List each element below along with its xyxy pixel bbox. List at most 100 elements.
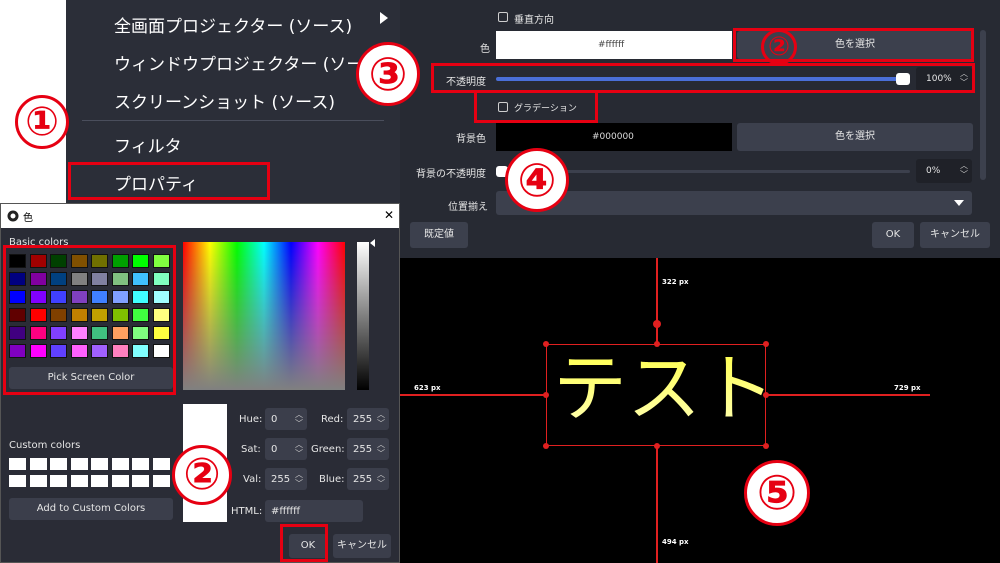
add-custom-colors-button[interactable]: Add to Custom Colors (9, 498, 173, 520)
color-spectrum[interactable] (183, 242, 345, 390)
close-icon[interactable]: ✕ (384, 208, 394, 222)
resize-handle[interactable] (763, 443, 769, 449)
custom-color-swatch[interactable] (9, 475, 26, 487)
guide-line-left (400, 394, 546, 396)
resize-handle[interactable] (654, 443, 660, 449)
blue-label: Blue: (319, 474, 345, 485)
custom-color-swatch[interactable] (29, 475, 47, 487)
highlight-basic-colors (3, 245, 176, 395)
custom-color-swatch[interactable] (50, 475, 67, 487)
spin-arrows-icon[interactable]: ︿ ﹀ (377, 410, 385, 428)
menu-item-label: フィルタ (114, 137, 182, 157)
menu-item-label: ウィンドウプロジェクター (ソース) (114, 55, 387, 75)
hue-input[interactable]: 0 ︿ ﹀ (265, 408, 307, 430)
custom-color-swatch[interactable] (132, 475, 149, 487)
menu-item-label: 全画面プロジェクター (ソース) (114, 17, 353, 37)
spin-arrows-icon[interactable]: ︿ ﹀ (295, 440, 303, 458)
vertical-label: 垂直方向 (514, 15, 554, 26)
guide-line-bottom (656, 446, 658, 563)
green-input[interactable]: 255 ︿ ﹀ (347, 438, 389, 460)
app-logo-icon (7, 210, 19, 222)
sat-label: Sat: (241, 444, 261, 455)
dialog-title: 色 (23, 213, 33, 224)
custom-color-swatch[interactable] (50, 458, 67, 470)
left-distance-label: 623 px (414, 384, 441, 392)
resize-handle[interactable] (543, 443, 549, 449)
color-swatch-field: #ffffff (496, 31, 732, 59)
cancel-label: キャンセル (337, 540, 387, 551)
submenu-arrow-icon (380, 12, 388, 24)
custom-color-swatch[interactable] (29, 458, 47, 470)
vertical-checkbox[interactable] (498, 12, 508, 22)
step-3-marker: ③ (356, 42, 420, 106)
red-label: Red: (321, 414, 344, 425)
source-bounding-box[interactable]: テスト (546, 344, 775, 446)
dialog-cancel-button[interactable]: キャンセル (333, 534, 391, 558)
menu-divider (82, 120, 384, 121)
custom-color-swatch[interactable] (111, 475, 129, 487)
custom-color-swatch[interactable] (132, 458, 149, 470)
spin-arrows-icon[interactable]: ︿ ﹀ (295, 470, 303, 488)
step-2-marker-small: ② (761, 29, 797, 65)
rotation-handle[interactable] (653, 320, 661, 328)
menu-item-label: スクリーンショット (ソース) (114, 93, 335, 113)
resize-handle[interactable] (763, 392, 769, 398)
menu-item-screenshot[interactable]: スクリーンショット (ソース) (114, 88, 335, 113)
custom-color-swatch[interactable] (9, 458, 26, 470)
highlight-gradient (474, 90, 598, 123)
spin-arrows-icon[interactable]: ︿ ﹀ (377, 470, 385, 488)
blue-input[interactable]: 255 ︿ ﹀ (347, 468, 389, 490)
custom-color-swatch[interactable] (70, 458, 88, 470)
highlight-opacity (431, 63, 975, 93)
menu-item-fullscreen-projector[interactable]: 全画面プロジェクター (ソース) (114, 12, 352, 37)
step-5-marker: ⑤ (744, 460, 810, 526)
custom-color-swatch[interactable] (91, 475, 108, 487)
html-label: HTML: (231, 506, 263, 517)
step-2-marker: ② (172, 445, 232, 505)
bg-select-color-button[interactable]: 色を選択 (737, 123, 973, 151)
menu-item-filters[interactable]: フィルタ (114, 132, 182, 157)
bg-opacity-spinbox[interactable]: 0% ︿ ﹀ (916, 159, 972, 183)
spin-arrows-icon[interactable]: ︿ ﹀ (377, 440, 385, 458)
green-label: Green: (311, 444, 345, 455)
menu-item-window-projector[interactable]: ウィンドウプロジェクター (ソース) (114, 50, 386, 75)
spin-arrows-icon[interactable]: ︿ ﹀ (295, 410, 303, 428)
resize-handle[interactable] (543, 341, 549, 347)
custom-color-swatch[interactable] (91, 458, 108, 470)
red-input[interactable]: 255 ︿ ﹀ (347, 408, 389, 430)
preview-text: テスト (553, 339, 775, 439)
spin-arrows-icon[interactable]: ︿ ﹀ (960, 161, 968, 179)
custom-color-swatch[interactable] (111, 458, 129, 470)
bg-color-value: #000000 (592, 132, 634, 142)
cancel-label: キャンセル (930, 229, 980, 240)
custom-color-swatch[interactable] (152, 475, 170, 487)
guide-line-top (656, 258, 658, 346)
custom-color-swatch[interactable] (152, 458, 170, 470)
custom-color-swatch[interactable] (70, 475, 88, 487)
cancel-button[interactable]: キャンセル (920, 222, 990, 248)
ok-button[interactable]: OK (872, 222, 914, 248)
align-label: 位置揃え (448, 202, 488, 213)
preview-canvas: 322 px 623 px 729 px 494 px テスト (400, 258, 1000, 563)
color-label: 色 (480, 44, 490, 55)
resize-handle[interactable] (654, 341, 660, 347)
highlight-dialog-ok (280, 524, 328, 562)
resize-handle[interactable] (763, 341, 769, 347)
bottom-distance-label: 494 px (662, 538, 689, 546)
sat-input[interactable]: 0 ︿ ﹀ (265, 438, 307, 460)
html-input[interactable]: #ffffff (265, 500, 363, 522)
defaults-button[interactable]: 既定値 (410, 222, 468, 248)
bg-color-swatch-field: #000000 (496, 123, 732, 151)
right-distance-label: 729 px (894, 384, 921, 392)
val-input[interactable]: 255 ︿ ﹀ (265, 468, 307, 490)
value-slider[interactable] (357, 242, 369, 390)
hue-label: Hue: (239, 414, 263, 425)
step-4-marker: ④ (505, 148, 569, 212)
resize-handle[interactable] (543, 392, 549, 398)
value-slider-handle-icon[interactable] (370, 239, 375, 247)
chevron-down-icon (954, 200, 964, 206)
align-select[interactable] (496, 191, 972, 215)
scrollbar[interactable] (980, 30, 986, 180)
val-label: Val: (243, 474, 262, 485)
color-value: #ffffff (598, 40, 625, 50)
